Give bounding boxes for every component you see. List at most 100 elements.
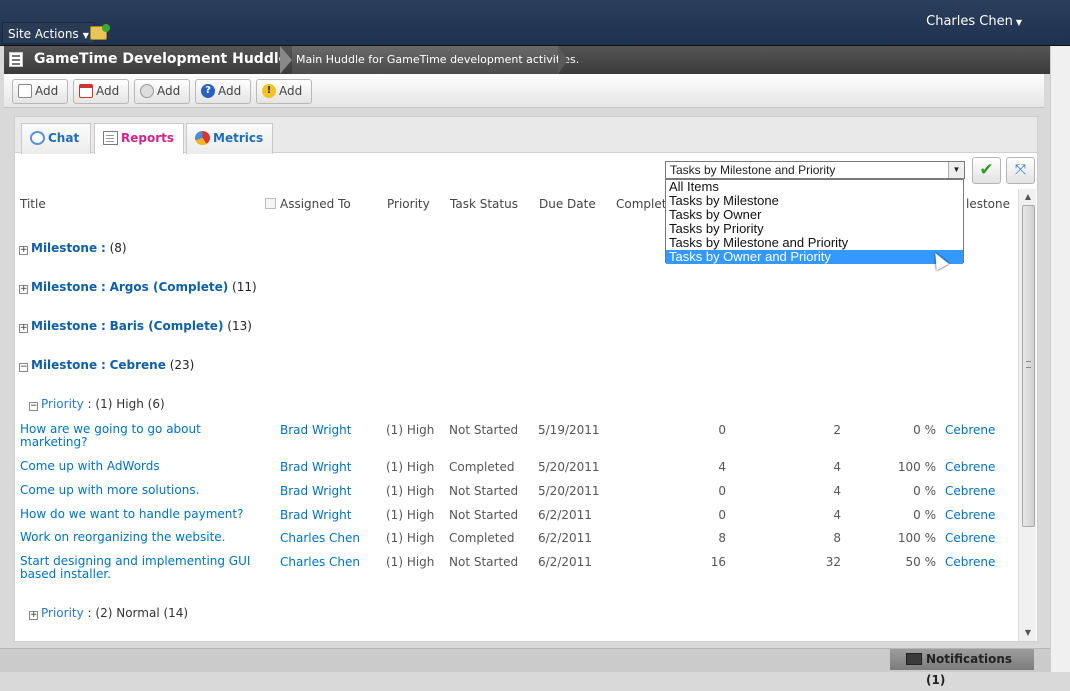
column-priority[interactable]: Priority xyxy=(387,197,430,211)
collapse-icon[interactable]: − xyxy=(29,402,38,411)
add-warning-button[interactable]: ! Add xyxy=(256,79,312,104)
assigned-to-link[interactable]: Brad Wright xyxy=(280,484,351,498)
milestone-link[interactable]: Cebrene xyxy=(945,508,995,522)
group-header[interactable]: − Milestone : Cebrene (23) xyxy=(19,358,194,372)
status-cell: Not Started xyxy=(449,423,519,437)
percent-complete-cell: 0 % xyxy=(913,508,936,522)
grip-icon xyxy=(1026,361,1031,368)
view-option[interactable]: All Items xyxy=(666,180,963,194)
report-icon xyxy=(103,131,118,145)
subgroup-count: (14) xyxy=(163,606,189,620)
expand-icon[interactable]: + xyxy=(19,285,28,294)
scroll-up-icon[interactable]: ▲ xyxy=(1019,189,1037,205)
assigned-to-link[interactable]: Charles Chen xyxy=(280,555,360,569)
column-assigned-to[interactable]: Assigned To xyxy=(265,197,351,211)
group-separator: : xyxy=(100,358,106,372)
navigate-up-icon[interactable] xyxy=(90,24,110,40)
milestone-link[interactable]: Cebrene xyxy=(945,484,995,498)
add-label: Add xyxy=(279,84,303,98)
view-dropdown-list[interactable]: All Items Tasks by Milestone Tasks by Ow… xyxy=(665,179,964,264)
subgroup-value: (2) Normal xyxy=(95,606,160,620)
view-select[interactable]: Tasks by Milestone and Priority ▼ xyxy=(665,161,965,179)
add-label: Add xyxy=(35,84,59,98)
add-help-button[interactable]: ? Add xyxy=(195,79,251,104)
group-header[interactable]: + Milestone : (8) xyxy=(19,241,127,255)
site-description: Main Huddle for GameTime development act… xyxy=(296,53,580,66)
milestone-link[interactable]: Cebrene xyxy=(945,460,995,474)
group-label: Milestone xyxy=(31,358,98,372)
task-title-link[interactable]: How are we going to go about marketing? xyxy=(20,423,255,449)
group-count: (13) xyxy=(227,319,252,333)
view-option[interactable]: Tasks by Milestone and Priority xyxy=(666,236,963,250)
column-due-date[interactable]: Due Date xyxy=(539,197,596,211)
column-milestone[interactable]: lestone xyxy=(966,197,1010,211)
chevron-down-icon: ▼ xyxy=(82,31,89,40)
tab-chat[interactable]: Chat xyxy=(21,123,91,154)
view-option[interactable]: Tasks by Priority xyxy=(666,222,963,236)
expand-icon[interactable]: + xyxy=(19,246,28,255)
milestone-link[interactable]: Cebrene xyxy=(945,555,995,569)
site-actions-menu[interactable]: Site Actions ▼ xyxy=(2,22,95,44)
scroll-thumb[interactable] xyxy=(1022,205,1035,527)
assigned-to-link[interactable]: Brad Wright xyxy=(280,460,351,474)
task-title-link[interactable]: Work on reorganizing the website. xyxy=(20,531,255,544)
view-option-highlighted[interactable]: Tasks by Owner and Priority xyxy=(666,250,963,264)
actual-work-cell: 4 xyxy=(718,460,726,474)
actual-work-cell: 0 xyxy=(718,508,726,522)
user-menu[interactable]: Charles Chen ▼ xyxy=(926,14,1022,29)
group-count: (11) xyxy=(232,280,257,294)
add-label: Add xyxy=(157,84,181,98)
group-header[interactable]: + Milestone : Argos (Complete) (11) xyxy=(19,280,257,294)
window-scrollbar[interactable] xyxy=(1050,46,1070,672)
expand-icon[interactable]: + xyxy=(29,611,38,620)
column-task-status[interactable]: Task Status xyxy=(450,197,518,211)
column-title[interactable]: Title xyxy=(20,197,46,211)
actual-work-cell: 8 xyxy=(718,531,726,545)
percent-complete-cell: 100 % xyxy=(897,460,936,474)
assigned-to-link[interactable]: Brad Wright xyxy=(280,508,351,522)
group-header[interactable]: + Milestone : Baris (Complete) (13) xyxy=(19,319,252,333)
assigned-to-link[interactable]: Brad Wright xyxy=(280,423,351,437)
subgroup-separator: : xyxy=(87,397,92,411)
site-icon xyxy=(9,52,23,67)
subgroup-header[interactable]: + Priority : (2) Normal (14) xyxy=(29,606,188,620)
add-label: Add xyxy=(96,84,120,98)
document-add-icon xyxy=(18,84,32,98)
estimated-work-cell: 4 xyxy=(833,484,841,498)
add-calendar-button[interactable]: Add xyxy=(73,79,129,104)
site-actions-label: Site Actions xyxy=(8,27,79,41)
scroll-down-icon[interactable]: ▼ xyxy=(1019,625,1037,641)
add-document-button[interactable]: Add xyxy=(12,79,68,104)
task-title-link[interactable]: Come up with more solutions. xyxy=(20,484,255,497)
view-option[interactable]: Tasks by Milestone xyxy=(666,194,963,208)
select-all-checkbox[interactable] xyxy=(265,198,276,209)
task-title-link[interactable]: How do we want to handle payment? xyxy=(20,508,255,521)
assigned-to-link[interactable]: Charles Chen xyxy=(280,531,360,545)
apply-view-button[interactable]: ✔ xyxy=(972,157,1001,184)
subgroup-header[interactable]: − Priority : (1) High (6) xyxy=(29,397,165,411)
site-description-box: Main Huddle for GameTime development act… xyxy=(292,46,579,74)
expand-icon[interactable]: + xyxy=(19,324,28,333)
milestone-link[interactable]: Cebrene xyxy=(945,423,995,437)
expand-view-button[interactable]: ⤧ xyxy=(1006,157,1035,184)
milestone-link[interactable]: Cebrene xyxy=(945,531,995,545)
priority-cell: (1) High xyxy=(386,484,435,498)
percent-complete-cell: 0 % xyxy=(913,484,936,498)
site-title[interactable]: GameTime Development Huddle xyxy=(34,51,288,67)
subgroup-label: Priority xyxy=(41,397,84,411)
notifications-button[interactable]: Notifications (1) xyxy=(890,649,1034,687)
collapse-icon[interactable]: − xyxy=(19,363,28,372)
priority-cell: (1) High xyxy=(386,460,435,474)
chevron-down-icon[interactable]: ▼ xyxy=(948,162,964,178)
tab-metrics[interactable]: Metrics xyxy=(186,123,273,154)
status-bar: Notifications (1) xyxy=(0,648,1050,687)
grid-scrollbar[interactable]: ▲ ▼ xyxy=(1018,189,1036,641)
view-option[interactable]: Tasks by Owner xyxy=(666,208,963,222)
status-cell: Not Started xyxy=(449,508,519,522)
task-title-link[interactable]: Start designing and implementing GUI bas… xyxy=(20,555,255,581)
tab-reports[interactable]: Reports xyxy=(94,123,184,154)
help-add-icon: ? xyxy=(201,84,215,98)
due-date-cell: 5/20/2011 xyxy=(538,460,600,474)
add-link-button[interactable]: Add xyxy=(134,79,190,104)
task-title-link[interactable]: Come up with AdWords xyxy=(20,460,255,473)
